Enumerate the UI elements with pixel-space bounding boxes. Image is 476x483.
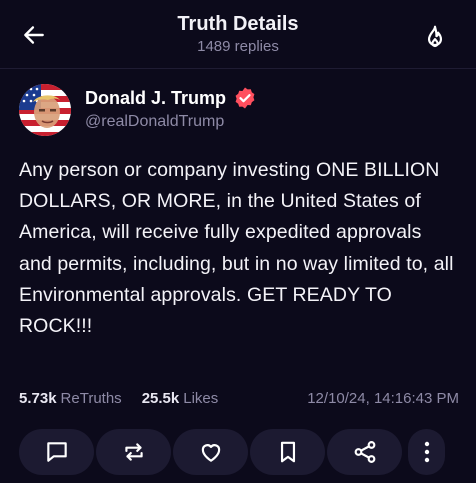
retruths-count: 5.73k xyxy=(19,389,57,407)
page-title: Truth Details xyxy=(177,13,299,35)
retruths-stat[interactable]: 5.73k ReTruths xyxy=(19,390,122,407)
reply-count: 1489 replies xyxy=(197,38,279,55)
avatar[interactable] xyxy=(19,84,71,136)
heart-icon xyxy=(198,439,224,465)
comment-icon xyxy=(44,439,70,465)
bookmark-icon xyxy=(275,439,301,465)
post-timestamp: 12/10/24, 14:16:43 PM xyxy=(307,389,459,407)
share-icon xyxy=(352,439,378,465)
top-bar: Truth Details 1489 replies xyxy=(0,0,476,69)
likes-count: 25.5k xyxy=(141,389,180,407)
verified-badge-icon xyxy=(233,86,257,110)
flame-button[interactable] xyxy=(418,20,452,54)
likes-stat[interactable]: 25.5k Likes xyxy=(142,390,219,407)
retruth-button[interactable] xyxy=(96,429,171,475)
reply-button[interactable] xyxy=(19,429,94,475)
like-button[interactable] xyxy=(173,429,248,475)
repost-icon xyxy=(121,439,147,465)
name-row: Donald J. Trump xyxy=(85,86,257,110)
post-body: Any person or company investing ONE BILL… xyxy=(19,159,454,338)
more-options-button[interactable] xyxy=(408,429,445,475)
action-bar xyxy=(19,429,459,475)
flame-icon xyxy=(422,24,448,50)
post-stats: 5.73k ReTruths 25.5k Likes 12/10/24, 14:… xyxy=(19,387,459,409)
retruths-label: ReTruths xyxy=(60,389,122,407)
author-name[interactable]: Donald J. Trump xyxy=(85,88,226,109)
likes-label: Likes xyxy=(183,389,219,407)
post-author[interactable]: Donald J. Trump @realDonaldTrump xyxy=(19,84,459,138)
more-vertical-icon xyxy=(423,441,431,463)
share-button[interactable] xyxy=(327,429,402,475)
author-handle[interactable]: @realDonaldTrump xyxy=(85,113,224,131)
bookmark-button[interactable] xyxy=(250,429,325,475)
title-block: Truth Details 1489 replies xyxy=(0,12,476,57)
